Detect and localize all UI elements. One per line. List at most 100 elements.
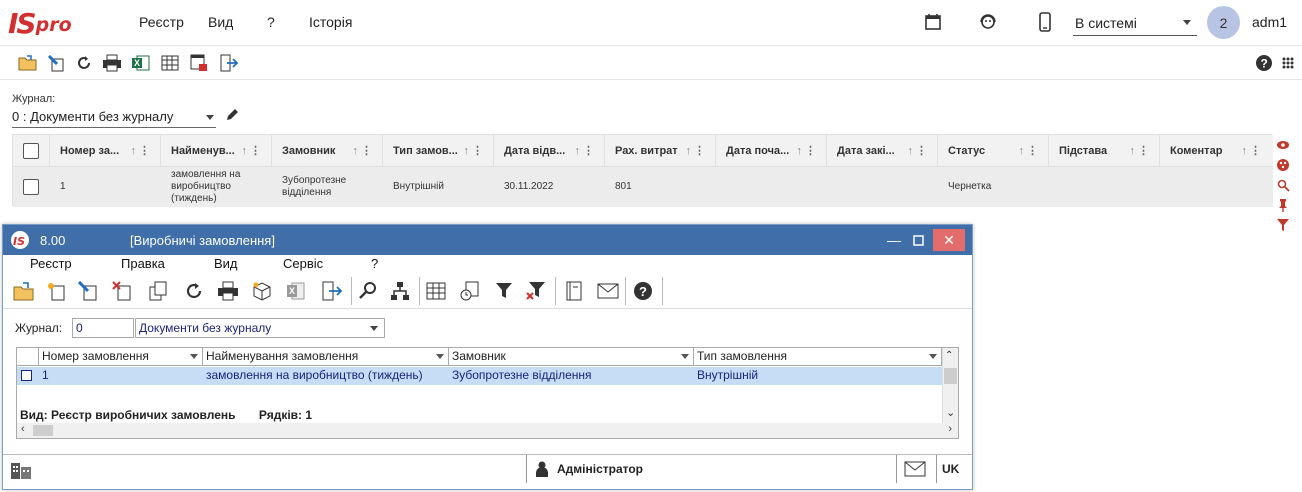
print-icon[interactable] xyxy=(102,53,122,73)
edit-document-icon[interactable] xyxy=(75,279,101,303)
help-icon[interactable]: ? xyxy=(1254,53,1274,73)
column-header[interactable]: Номер замовлення xyxy=(39,348,203,366)
exit-icon[interactable] xyxy=(219,53,239,73)
buildings-icon xyxy=(9,459,33,482)
eye-icon[interactable] xyxy=(1276,138,1290,152)
refresh-icon[interactable] xyxy=(74,53,94,73)
pencil-icon[interactable] xyxy=(225,108,241,124)
select-all-checkbox[interactable] xyxy=(23,143,39,159)
package-icon[interactable] xyxy=(249,279,275,303)
document-clock-icon[interactable] xyxy=(457,279,483,303)
filter-icon[interactable] xyxy=(491,279,517,303)
report-delete-icon[interactable] xyxy=(189,53,209,73)
excel-disabled-icon[interactable]: X xyxy=(283,279,309,303)
journal-name-select[interactable]: Документи без журналу xyxy=(135,318,385,338)
system-status-value: В системі xyxy=(1075,15,1137,31)
column-header[interactable]: Рах. витрат ↑ ⋮ xyxy=(604,135,715,167)
help-icon[interactable]: ? xyxy=(630,279,656,303)
menu-view[interactable]: Вид xyxy=(208,14,233,30)
new-document-icon[interactable] xyxy=(43,279,69,303)
table-grid-icon[interactable] xyxy=(423,279,449,303)
search-icon[interactable] xyxy=(1276,178,1290,192)
close-icon[interactable]: ✕ xyxy=(933,229,965,251)
row-checkbox[interactable] xyxy=(21,370,32,381)
column-header[interactable]: Найменування замовлення xyxy=(203,348,449,366)
cell-number[interactable]: 1 xyxy=(39,367,203,385)
column-header[interactable]: Статус ↑ ⋮ xyxy=(937,135,1048,167)
hierarchy-icon[interactable] xyxy=(387,279,413,303)
document-card-icon[interactable] xyxy=(561,279,587,303)
app-logo-icon: IS xyxy=(10,231,30,249)
column-header[interactable]: Тип замов... ↑ ⋮ xyxy=(382,135,493,167)
search-icon[interactable] xyxy=(355,279,381,303)
window-orders-grid: Номер замовлення Найменування замовлення… xyxy=(16,347,959,439)
support-agent-icon[interactable] xyxy=(977,11,999,33)
column-header[interactable]: Замовник ↑ ⋮ xyxy=(271,135,382,167)
system-status-select[interactable]: В системі xyxy=(1073,10,1197,36)
chevron-down-icon xyxy=(370,326,378,331)
palette-icon[interactable] xyxy=(1276,158,1290,172)
grid-apps-icon[interactable] xyxy=(1278,53,1298,73)
chevron-right-icon[interactable]: › xyxy=(948,423,952,435)
scroll-thumb[interactable] xyxy=(33,425,53,436)
app-logo[interactable]: IS pro xyxy=(8,5,80,41)
chevron-left-icon[interactable]: ‹ xyxy=(21,423,25,435)
row-checkbox[interactable] xyxy=(23,179,39,195)
username[interactable]: adm1 xyxy=(1252,14,1287,30)
mail-icon[interactable] xyxy=(595,279,621,303)
wmenu-registry[interactable]: Реєстр xyxy=(30,256,72,271)
cell-customer[interactable]: Зубопротезне відділення xyxy=(449,367,694,385)
column-header[interactable]: Дата поча... ↑ ⋮ xyxy=(715,135,826,167)
column-header[interactable]: Номер за... ↑ ⋮ xyxy=(49,135,160,167)
column-header[interactable]: Коментар ↑ ⋮ xyxy=(1159,135,1271,167)
column-header[interactable]: Замовник xyxy=(449,348,694,366)
column-header[interactable]: Дата відв... ↑ ⋮ xyxy=(493,135,604,167)
journal-select[interactable]: 0 : Документи без журналу xyxy=(12,108,216,128)
wmenu-service[interactable]: Сервіс xyxy=(283,256,323,271)
exit-icon[interactable] xyxy=(319,279,345,303)
copy-icon[interactable] xyxy=(145,279,171,303)
menu-help[interactable]: ? xyxy=(267,14,275,30)
status-mail-box[interactable] xyxy=(896,455,936,483)
edit-document-icon[interactable] xyxy=(46,53,66,73)
wmenu-edit[interactable]: Правка xyxy=(121,256,165,271)
cell-name[interactable]: замовлення на виробництво (тиждень) xyxy=(203,367,449,385)
column-header[interactable]: Підстава ↑ ⋮ xyxy=(1048,135,1159,167)
table-grid-icon[interactable] xyxy=(160,53,180,73)
filter-icon[interactable] xyxy=(1276,218,1290,232)
column-header[interactable]: Тип замовлення xyxy=(694,348,942,366)
wmenu-help[interactable]: ? xyxy=(371,256,378,271)
journal-number-field[interactable]: 0 xyxy=(72,318,134,338)
calendar-icon[interactable] xyxy=(922,11,944,33)
table-row[interactable]: 1 замовлення на виробництво (тиждень) Зу… xyxy=(13,167,1273,207)
pin-icon[interactable] xyxy=(1276,198,1290,212)
window-titlebar[interactable]: IS 8.00 [Виробничі замовлення] — ✕ xyxy=(3,225,972,255)
wmenu-view[interactable]: Вид xyxy=(214,256,238,271)
delete-document-icon[interactable] xyxy=(109,279,135,303)
open-folder-icon[interactable] xyxy=(18,53,38,73)
print-icon[interactable] xyxy=(215,279,241,303)
status-lang-box[interactable]: UK xyxy=(936,455,972,483)
maximize-icon[interactable] xyxy=(907,229,929,251)
window-menu: Реєстр Правка Вид Сервіс ? xyxy=(3,255,972,273)
chevron-down-icon[interactable]: ⌄ xyxy=(946,406,955,419)
chevron-up-icon[interactable]: ⌃ xyxy=(945,350,953,361)
refresh-icon[interactable] xyxy=(181,279,207,303)
cell-type[interactable]: Внутрішній xyxy=(694,367,942,385)
open-folder-icon[interactable] xyxy=(11,279,37,303)
column-header[interactable]: Дата закі... ↑ ⋮ xyxy=(826,135,937,167)
minimize-icon[interactable]: — xyxy=(883,229,905,251)
menu-history[interactable]: Історія xyxy=(309,14,352,30)
mobile-icon[interactable] xyxy=(1034,11,1056,33)
separator xyxy=(351,277,352,305)
mail-icon[interactable] xyxy=(904,461,926,480)
column-header[interactable]: Найменув... ↑ ⋮ xyxy=(160,135,271,167)
vertical-scrollbar[interactable]: ⌃ ⌄ xyxy=(942,348,958,424)
scroll-thumb[interactable] xyxy=(944,368,957,384)
clear-filter-icon[interactable] xyxy=(523,279,549,303)
excel-export-icon[interactable]: X xyxy=(131,53,151,73)
horizontal-scrollbar[interactable]: ‹ › xyxy=(17,423,958,438)
menu-registry[interactable]: Реєстр xyxy=(139,14,184,30)
row-checkbox-cell[interactable] xyxy=(17,367,39,385)
avatar[interactable]: 2 xyxy=(1207,6,1240,39)
